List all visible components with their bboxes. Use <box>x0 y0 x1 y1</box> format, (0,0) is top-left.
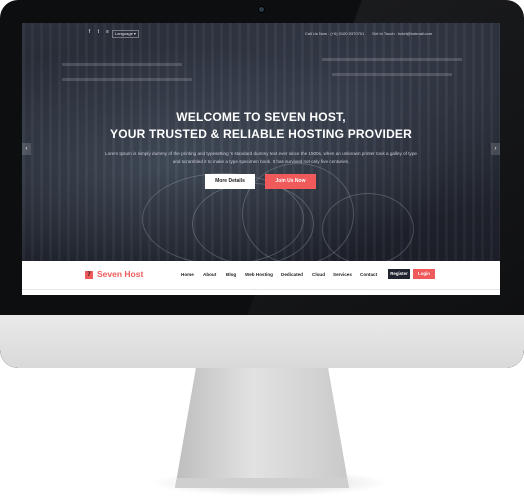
server-rack-decoration <box>62 78 192 81</box>
slider-next-arrow-icon[interactable]: › <box>491 143 500 155</box>
main-navbar: 7 Seven Host Home About Blog Web Hosting… <box>22 261 500 289</box>
facebook-icon[interactable]: f <box>86 29 93 36</box>
nav-item-home[interactable]: Home <box>181 272 194 277</box>
phone-contact: Call Us Now : (+0) 0100 5370701 <box>305 31 365 36</box>
top-bar: f t ≡ Language ▾ Call Us Now : (+0) 0100… <box>22 27 500 41</box>
hero-description-line2: and scrambled it to make a type specimen… <box>172 159 350 164</box>
twitter-icon[interactable]: t <box>95 29 102 36</box>
email-contact[interactable]: Get In Touch : hotel@hotmail.com <box>372 31 432 36</box>
nav-item-cloud[interactable]: Cloud <box>312 272 325 277</box>
more-details-button[interactable]: More Details <box>205 174 255 189</box>
nav-item-contact[interactable]: Contact <box>360 272 377 277</box>
login-button[interactable]: Login <box>413 269 435 279</box>
server-rack-decoration <box>322 58 462 61</box>
register-button[interactable]: Register <box>388 269 410 279</box>
hero-title-line2: YOUR TRUSTED & RELIABLE HOSTING PROVIDER <box>109 127 413 141</box>
logo-icon[interactable]: 7 <box>85 271 93 279</box>
cable-decoration <box>322 193 414 265</box>
nav-item-about[interactable]: About <box>203 272 216 277</box>
monitor-stand <box>175 368 349 488</box>
hero-title-line1: WELCOME TO SEVEN HOST, <box>176 110 346 124</box>
content-strip <box>22 289 500 295</box>
slider-prev-arrow-icon[interactable]: ‹ <box>22 143 31 155</box>
logo-text[interactable]: Seven Host <box>97 269 143 279</box>
nav-item-dedicated[interactable]: Dedicated <box>281 272 303 277</box>
hero-description-line1: Lorem Ipsum is simply dummy of the print… <box>105 151 417 156</box>
nav-item-services[interactable]: Services <box>333 272 352 277</box>
server-rack-decoration <box>62 63 182 66</box>
monitor-stand-base <box>175 478 349 488</box>
server-rack-decoration <box>332 73 452 76</box>
monitor-frame: f t ≡ Language ▾ Call Us Now : (+0) 0100… <box>0 0 524 368</box>
website-screen: f t ≡ Language ▾ Call Us Now : (+0) 0100… <box>22 23 500 295</box>
join-us-now-button[interactable]: Join Us Now <box>265 174 316 189</box>
hero-section: f t ≡ Language ▾ Call Us Now : (+0) 0100… <box>22 23 500 265</box>
nav-item-web-hosting[interactable]: Web Hosting <box>245 272 273 277</box>
language-select[interactable]: Language ▾ <box>112 30 139 38</box>
nav-item-blog[interactable]: Blog <box>226 272 236 277</box>
camera-icon <box>259 7 264 12</box>
monitor-chin <box>0 315 524 368</box>
rss-icon[interactable]: ≡ <box>104 29 111 36</box>
hero-description: Lorem Ipsum is simply dummy of the print… <box>82 150 440 166</box>
